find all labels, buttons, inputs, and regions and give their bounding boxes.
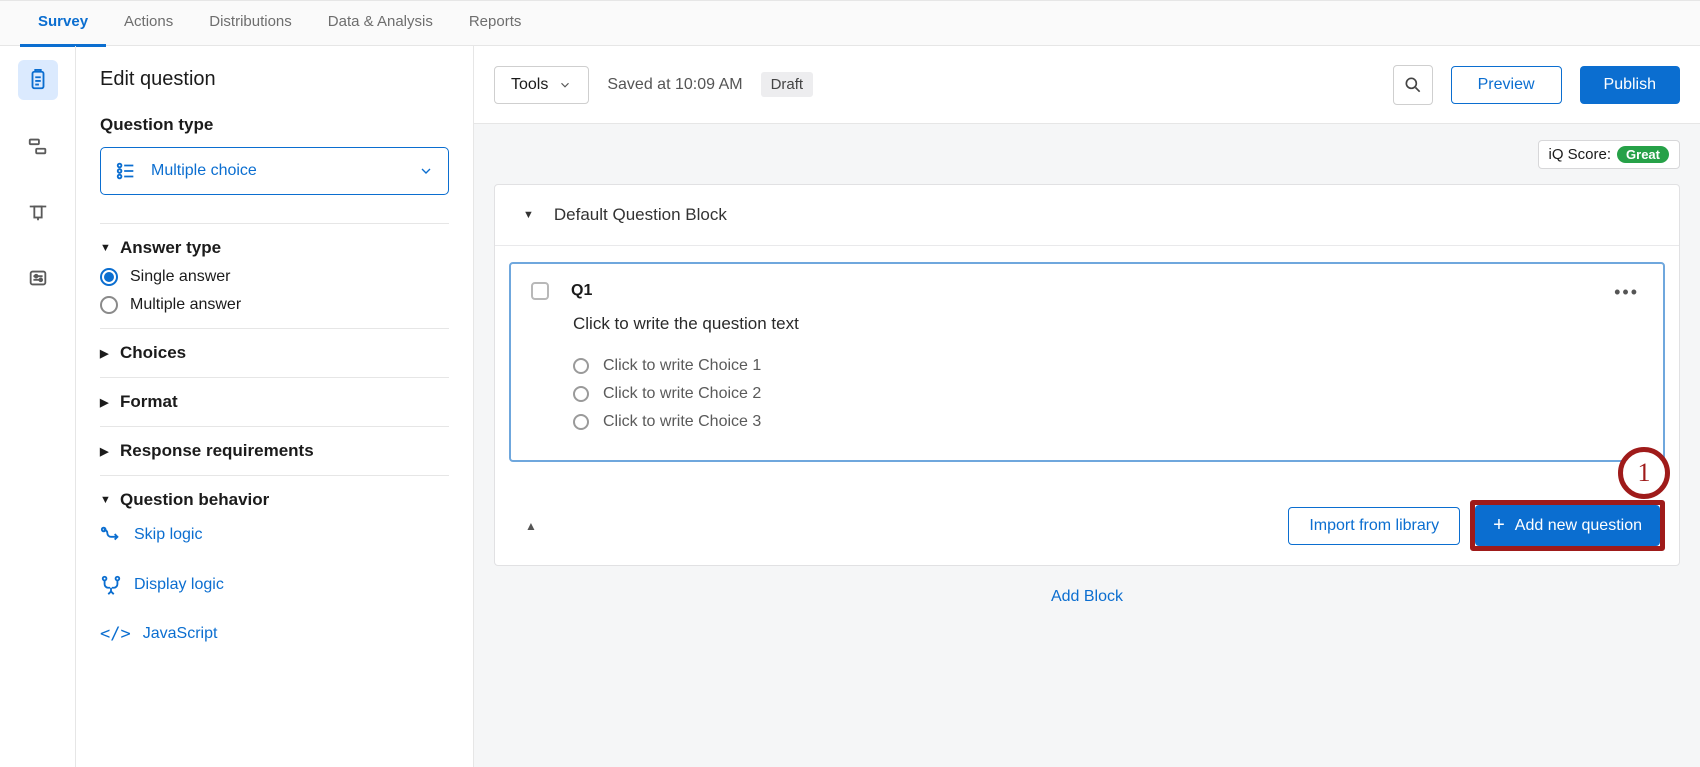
tab-reports[interactable]: Reports — [451, 1, 540, 47]
answer-multiple-radio[interactable]: Multiple answer — [100, 286, 449, 314]
skip-logic-icon — [100, 524, 122, 546]
plus-icon: + — [1493, 514, 1505, 537]
format-section: ▶Format — [100, 377, 449, 426]
import-from-library-button[interactable]: Import from library — [1288, 507, 1460, 545]
tab-actions[interactable]: Actions — [106, 1, 191, 47]
rail-builder-icon[interactable] — [18, 60, 58, 100]
choices-toggle[interactable]: ▶Choices — [100, 343, 449, 363]
caret-right-icon: ▶ — [100, 445, 112, 458]
preview-button[interactable]: Preview — [1451, 66, 1562, 104]
caret-down-icon: ▼ — [100, 494, 112, 506]
tab-distributions[interactable]: Distributions — [191, 1, 310, 47]
caret-down-icon: ▼ — [523, 209, 534, 221]
skip-logic-button[interactable]: Skip logic — [100, 510, 449, 560]
add-new-question-button[interactable]: + Add new question — [1475, 505, 1660, 546]
behavior-toggle[interactable]: ▼Question behavior — [100, 490, 449, 510]
publish-button[interactable]: Publish — [1580, 66, 1680, 104]
top-navigation: Survey Actions Distributions Data & Anal… — [0, 0, 1700, 46]
rail-look-icon[interactable] — [18, 192, 58, 232]
response-req-section: ▶Response requirements — [100, 426, 449, 475]
tab-survey[interactable]: Survey — [20, 1, 106, 47]
tools-dropdown[interactable]: Tools — [494, 66, 589, 104]
rail-options-icon[interactable] — [18, 258, 58, 298]
chevron-down-icon — [558, 78, 572, 92]
radio-icon — [573, 414, 589, 430]
caret-right-icon: ▶ — [100, 396, 112, 409]
tab-data-analysis[interactable]: Data & Analysis — [310, 1, 451, 47]
format-toggle[interactable]: ▶Format — [100, 392, 449, 412]
iq-score-badge[interactable]: iQ Score: Great — [1538, 140, 1681, 169]
display-logic-icon — [100, 574, 122, 596]
iq-score-strip: iQ Score: Great — [474, 124, 1700, 184]
choice-row[interactable]: Click to write Choice 3 — [573, 408, 1631, 436]
caret-right-icon: ▶ — [100, 347, 112, 360]
question-type-value: Multiple choice — [151, 162, 257, 180]
answer-single-radio[interactable]: Single answer — [100, 258, 449, 286]
panel-title: Edit question — [100, 68, 449, 91]
annotation-highlight: 1 + Add new question — [1470, 500, 1665, 551]
question-block: ▼ Default Question Block ••• Q1 Click to… — [494, 184, 1680, 566]
main-canvas: Tools Saved at 10:09 AM Draft Preview Pu… — [474, 46, 1700, 767]
javascript-button[interactable]: </> JavaScript — [100, 610, 449, 658]
collapse-up-icon[interactable]: ▲ — [509, 519, 537, 533]
radio-icon — [573, 358, 589, 374]
canvas-toolbar: Tools Saved at 10:09 AM Draft Preview Pu… — [474, 46, 1700, 124]
answer-type-section: ▼Answer type Single answer Multiple answ… — [100, 223, 449, 328]
question-text[interactable]: Click to write the question text — [573, 314, 1631, 334]
radio-icon — [573, 386, 589, 402]
list-icon — [115, 160, 137, 182]
search-button[interactable] — [1393, 65, 1433, 105]
search-icon — [1403, 75, 1423, 95]
question-menu-icon[interactable]: ••• — [1614, 282, 1639, 303]
add-block-button[interactable]: Add Block — [1051, 588, 1123, 605]
response-req-toggle[interactable]: ▶Response requirements — [100, 441, 449, 461]
choice-row[interactable]: Click to write Choice 1 — [573, 352, 1631, 380]
caret-down-icon: ▼ — [100, 242, 112, 254]
choices-section: ▶Choices — [100, 328, 449, 377]
question-number: Q1 — [571, 282, 592, 300]
question-type-selector[interactable]: Multiple choice — [100, 147, 449, 195]
block-header[interactable]: ▼ Default Question Block — [495, 185, 1679, 246]
rail-flow-icon[interactable] — [18, 126, 58, 166]
behavior-section: ▼Question behavior Skip logic Display lo… — [100, 475, 449, 672]
edit-question-panel: Edit question Question type Multiple cho… — [76, 46, 474, 767]
add-block-row: Add Block — [494, 566, 1680, 628]
iq-score-value: Great — [1617, 146, 1669, 163]
chevron-down-icon — [418, 163, 434, 179]
choice-row[interactable]: Click to write Choice 2 — [573, 380, 1631, 408]
question-card[interactable]: ••• Q1 Click to write the question text … — [509, 262, 1665, 462]
annotation-number: 1 — [1618, 447, 1670, 499]
question-checkbox[interactable] — [531, 282, 549, 300]
icon-rail — [0, 46, 76, 767]
draft-chip: Draft — [761, 72, 814, 97]
answer-type-toggle[interactable]: ▼Answer type — [100, 238, 449, 258]
block-footer: ▲ Import from library 1 + Add new questi… — [495, 486, 1679, 565]
question-type-label: Question type — [100, 115, 449, 135]
saved-status: Saved at 10:09 AM — [607, 76, 742, 94]
code-icon: </> — [100, 624, 131, 644]
display-logic-button[interactable]: Display logic — [100, 560, 449, 610]
